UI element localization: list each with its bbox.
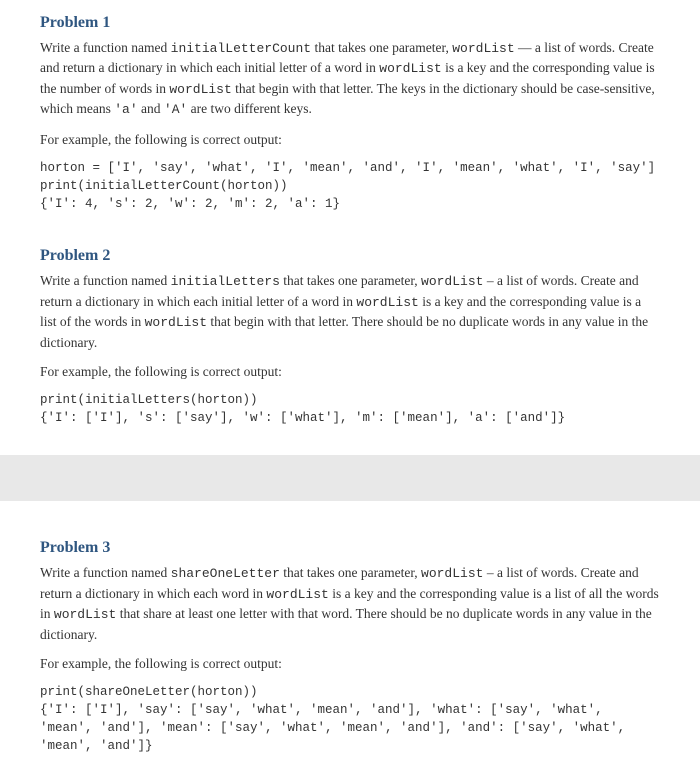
top-margin xyxy=(40,515,660,539)
gap xyxy=(40,213,660,247)
problem-2-description: Write a function named initialLetters th… xyxy=(40,271,660,352)
fn-name: shareOneLetter xyxy=(171,566,280,581)
page-2: Problem 3 Write a function named shareOn… xyxy=(0,501,700,783)
problem-2: Problem 2 Write a function named initial… xyxy=(40,247,660,427)
page-break xyxy=(0,455,700,501)
page-1: Problem 1 Write a function named initial… xyxy=(0,0,700,455)
problem-3-example-intro: For example, the following is correct ou… xyxy=(40,654,660,673)
fn-name: initialLetterCount xyxy=(171,41,311,56)
problem-1-description: Write a function named initialLetterCoun… xyxy=(40,38,660,120)
problem-2-code: print(initialLetters(horton)) {'I': ['I'… xyxy=(40,391,660,427)
param-wordlist: wordList xyxy=(421,274,483,289)
param-wordlist: wordList xyxy=(421,566,483,581)
problem-3-title: Problem 3 xyxy=(40,539,660,557)
problem-1-example-intro: For example, the following is correct ou… xyxy=(40,130,660,149)
param-wordlist: wordList xyxy=(452,41,514,56)
problem-2-title: Problem 2 xyxy=(40,247,660,265)
problem-1-code: horton = ['I', 'say', 'what', 'I', 'mean… xyxy=(40,159,660,213)
problem-2-example-intro: For example, the following is correct ou… xyxy=(40,362,660,381)
problem-3: Problem 3 Write a function named shareOn… xyxy=(40,539,660,755)
problem-1-title: Problem 1 xyxy=(40,14,660,32)
problem-1: Problem 1 Write a function named initial… xyxy=(40,14,660,213)
problem-3-description: Write a function named shareOneLetter th… xyxy=(40,563,660,644)
fn-name: initialLetters xyxy=(171,274,280,289)
